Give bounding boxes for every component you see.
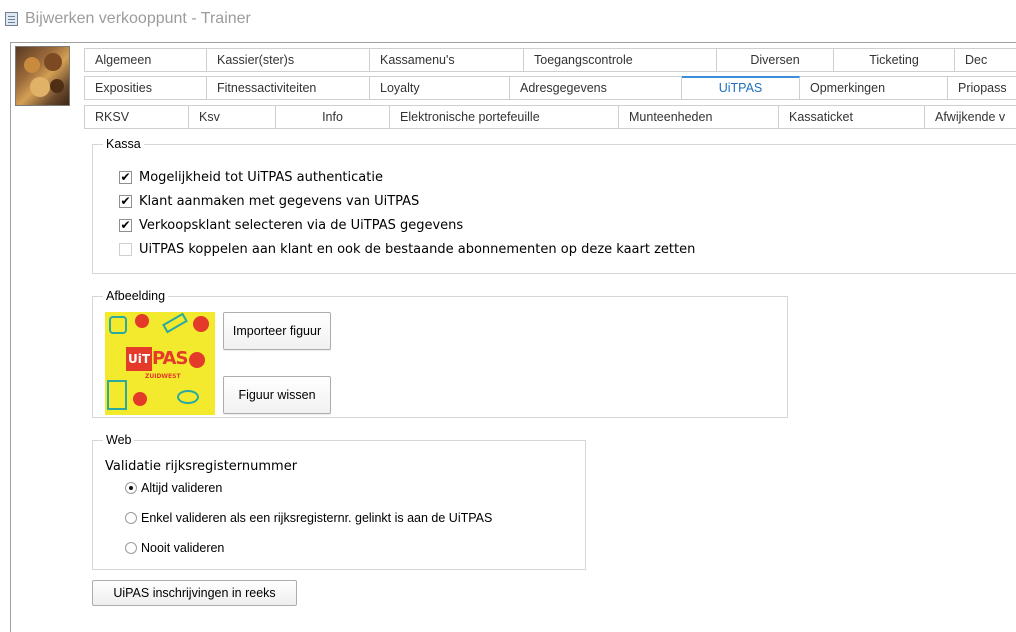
- select-customer-label: Verkoopsklant selecteren via de UiTPAS g…: [139, 218, 464, 233]
- validate-linked-radio[interactable]: [125, 512, 137, 524]
- create-customer-checkbox[interactable]: ✔: [119, 195, 132, 208]
- tab-priopass[interactable]: Priopass: [948, 76, 1016, 100]
- tab-kassiersters[interactable]: Kassier(ster)s: [207, 48, 370, 72]
- clear-image-button[interactable]: Figuur wissen: [223, 376, 331, 414]
- tab-dec[interactable]: Dec: [955, 48, 1016, 72]
- form-icon: [5, 12, 18, 26]
- tab-kassamenus[interactable]: Kassamenu's: [370, 48, 524, 72]
- tab-fitnessactiviteiten[interactable]: Fitnessactiviteiten: [207, 76, 370, 100]
- web-group-label: Web: [103, 432, 135, 448]
- kassa-group: Kassa ✔ Mogelijkheid tot UiTPAS authenti…: [92, 136, 1016, 274]
- window-title: Bijwerken verkooppunt - Trainer: [25, 10, 251, 27]
- sales-point-thumbnail: [15, 46, 70, 106]
- create-customer-label: Klant aanmaken met gegevens van UiTPAS: [139, 194, 420, 209]
- tab-loyalty[interactable]: Loyalty: [370, 76, 510, 100]
- uitpas-image-preview: UiT PAS ZUIDWEST: [105, 312, 215, 415]
- select-customer-checkbox[interactable]: ✔: [119, 219, 132, 232]
- tab-toegangscontrole[interactable]: Toegangscontrole: [524, 48, 717, 72]
- tab-exposities[interactable]: Exposities: [84, 76, 207, 100]
- kassa-group-label: Kassa: [103, 136, 144, 152]
- series-registrations-button[interactable]: UiPAS inschrijvingen in reeks: [92, 580, 297, 606]
- web-group: Web Validatie rijksregisternummer Altijd…: [92, 432, 586, 570]
- uitpas-logo-right: PAS: [152, 348, 188, 369]
- uitpas-auth-checkbox[interactable]: ✔: [119, 171, 132, 184]
- uitpas-logo-sub: ZUIDWEST: [145, 373, 181, 380]
- tab-row-1: Algemeen Kassier(ster)s Kassamenu's Toeg…: [84, 48, 1016, 72]
- tab-uitpas[interactable]: UiTPAS: [682, 76, 800, 100]
- validate-always-radio[interactable]: [125, 482, 137, 494]
- import-image-button[interactable]: Importeer figuur: [223, 312, 331, 350]
- link-uitpas-label: UiTPAS koppelen aan klant en ook de best…: [139, 242, 696, 257]
- afbeelding-group-label: Afbeelding: [103, 288, 169, 304]
- title-bar: Bijwerken verkooppunt - Trainer: [0, 0, 1016, 34]
- uitpas-panel: Kassa ✔ Mogelijkheid tot UiTPAS authenti…: [84, 120, 1016, 620]
- link-uitpas-checkbox[interactable]: [119, 243, 132, 256]
- uitpas-logo-left: UiT: [126, 347, 152, 371]
- validate-never-radio[interactable]: [125, 542, 137, 554]
- afbeelding-group: Afbeelding UiT PAS ZUIDWEST Importeer fi…: [92, 288, 788, 418]
- validate-linked-label: Enkel valideren als een rijksregisternr.…: [141, 511, 493, 525]
- validate-never-label: Nooit valideren: [141, 541, 225, 555]
- uitpas-logo: UiT PAS: [126, 347, 196, 373]
- tab-opmerkingen[interactable]: Opmerkingen: [800, 76, 948, 100]
- tab-diversen[interactable]: Diversen: [717, 48, 834, 72]
- tab-algemeen[interactable]: Algemeen: [84, 48, 207, 72]
- validate-always-label: Altijd valideren: [141, 481, 223, 495]
- tab-ticketing[interactable]: Ticketing: [834, 48, 955, 72]
- validation-title: Validatie rijksregisternummer: [105, 459, 298, 474]
- uitpas-auth-label: Mogelijkheid tot UiTPAS authenticatie: [139, 170, 383, 185]
- tab-adresgegevens[interactable]: Adresgegevens: [510, 76, 682, 100]
- tab-row-2: Exposities Fitnessactiviteiten Loyalty A…: [84, 76, 1016, 100]
